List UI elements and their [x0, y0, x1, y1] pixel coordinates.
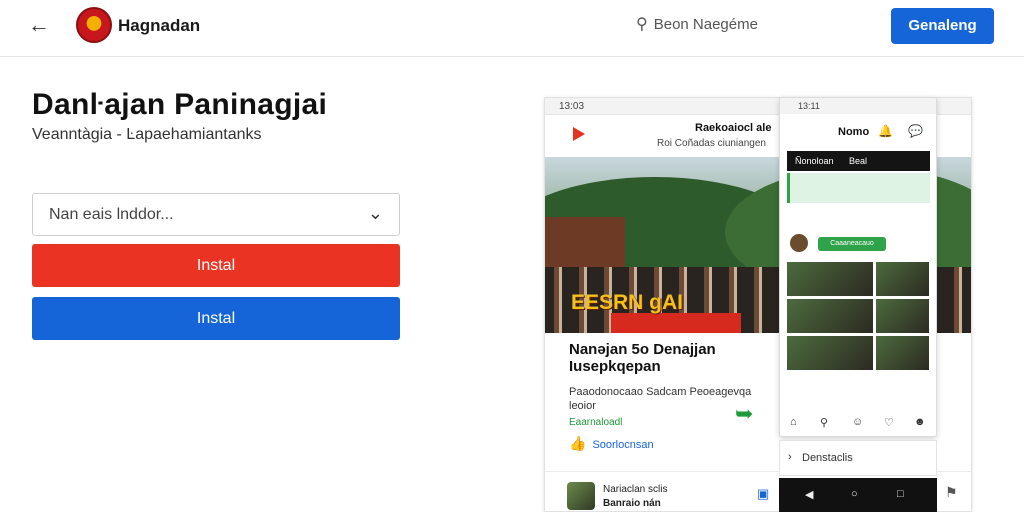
back-icon[interactable]: ◀ [805, 488, 813, 501]
recents-icon[interactable]: □ [897, 488, 904, 500]
search-link[interactable]: ⚲ Beon Naegéme [636, 14, 758, 34]
mockup-phone: 13:11 Nomo 🔔 💬 Ñonoloan Beal Caaaneacauo… [779, 97, 937, 437]
smile-icon[interactable]: ☺ [852, 416, 863, 428]
mockup-header-title: Raekoaiocl ale [695, 122, 772, 134]
select-value: Nan eais lnddor... [49, 206, 174, 223]
mockup-header-subtitle: Roi Coñadas ciuniangen [657, 138, 766, 149]
search-label: Beon Naegéme [653, 16, 758, 33]
phone-dark-bar: Ñonoloan Beal [787, 151, 930, 171]
grid-tile[interactable] [787, 299, 873, 333]
footer-name: Nariaclan sclis [603, 484, 668, 495]
logo-icon [76, 7, 112, 43]
swoosh-icon: ➥ [735, 401, 754, 426]
search-icon: ⚲ [636, 16, 648, 33]
home-icon[interactable]: ⌂ [790, 416, 797, 428]
phone-collapse-row[interactable]: › Denstaclis [779, 440, 937, 476]
article-title: Nanəjan 5o Denajjan Iusepkqepan [569, 341, 716, 375]
footer-subtitle: Banraio nán [603, 498, 661, 509]
top-bar: ← Hagnadan ⚲ Beon Naegéme Genaleng [0, 0, 1024, 57]
profile-icon[interactable]: ☻ [914, 416, 926, 428]
like-label: Soorlocnsan [592, 439, 654, 451]
grid-tile[interactable] [876, 262, 929, 296]
avatar [790, 234, 808, 252]
grid-tile[interactable] [876, 336, 929, 370]
flag-icon [573, 127, 585, 141]
chevron-right-icon: › [788, 451, 792, 463]
grid-tile[interactable] [876, 299, 929, 333]
chevron-down-icon: ⌄ [367, 203, 383, 223]
avatar [567, 482, 595, 510]
device-select[interactable]: Nan eais lnddor... ⌄ [32, 193, 400, 236]
bell-icon[interactable]: 🔔 [878, 124, 893, 138]
phone-header-name: Nomo [838, 126, 870, 138]
grid-tile[interactable] [787, 336, 873, 370]
grid-tile[interactable] [787, 262, 873, 296]
install-button-red[interactable]: Instal [32, 244, 400, 287]
brand-name: Hagnadan [118, 16, 201, 35]
phone-pill-row: Caaaneacauo [790, 234, 930, 254]
phone-green-card [787, 173, 930, 203]
page-subtitle: Veanntàgia - Ŀapaehamiantanks [32, 126, 262, 143]
heart-icon[interactable]: ♡ [884, 416, 894, 429]
dark-bar-left: Ñonoloan [795, 156, 834, 166]
chat-icon[interactable]: 💬 [908, 124, 923, 138]
phone-pill[interactable]: Caaaneacauo [818, 237, 886, 251]
home-circle-icon[interactable]: ○ [851, 488, 858, 500]
page-title: Danŀajan Paninagjai [32, 88, 328, 121]
search-icon[interactable]: ⚲ [820, 416, 828, 429]
phone-status-time: 13:11 [780, 98, 936, 114]
back-arrow-icon[interactable]: ← [28, 12, 54, 38]
phone-bottom-nav: ⌂ ⚲ ☺ ♡ ☻ [780, 410, 936, 436]
android-nav-bar: ◀ ○ □ [779, 478, 937, 512]
collapse-label: Denstaclis [802, 452, 853, 464]
dark-bar-right: Beal [849, 156, 868, 166]
bookmark-icon[interactable]: ⚑ [945, 484, 958, 501]
thumbs-up-icon: 👍 [569, 435, 587, 451]
top-cta-button[interactable]: Genaleng [891, 8, 994, 44]
share-icon[interactable]: ▣ [757, 486, 769, 502]
photo-sign-text: EESRN gAI [571, 291, 684, 314]
install-button-blue[interactable]: Instal [32, 297, 400, 340]
article-green-text: Eaarnaloadl [569, 417, 623, 428]
like-link[interactable]: 👍 Soorlocnsan [569, 435, 654, 452]
phone-header: Nomo 🔔 💬 [780, 114, 936, 148]
